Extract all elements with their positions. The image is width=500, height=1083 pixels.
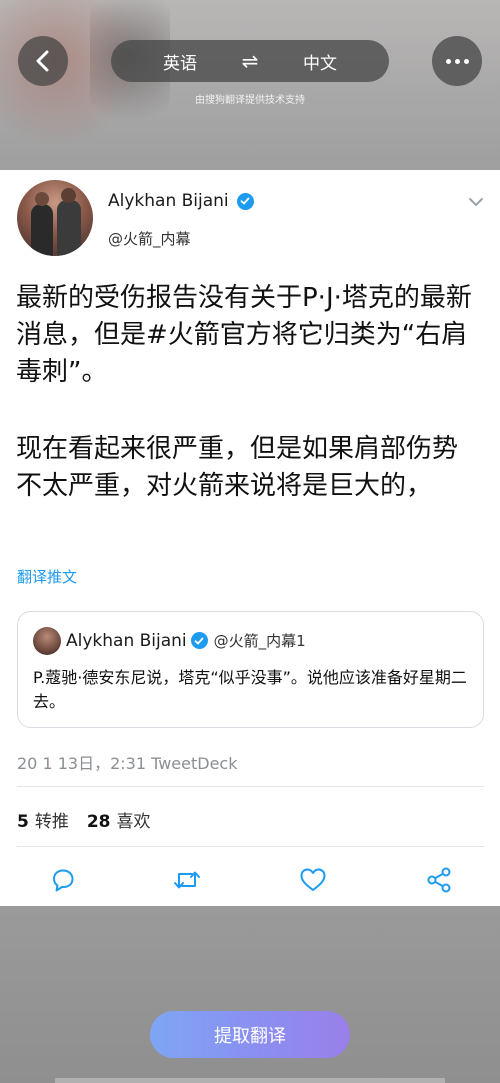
bottom-bar-hint xyxy=(55,1078,445,1083)
top-backdrop xyxy=(0,0,500,170)
likes-stat[interactable]: 28 喜欢 xyxy=(87,807,151,832)
target-language[interactable]: 中文 xyxy=(303,49,337,74)
retweet-icon xyxy=(174,871,200,889)
source-language[interactable]: 英语 xyxy=(163,49,197,74)
reply-icon xyxy=(53,869,74,892)
verified-badge-icon xyxy=(236,192,254,210)
retweet-button[interactable] xyxy=(172,865,202,895)
tweet-timestamp: 20 1 13日，2:31 TweetDeck xyxy=(17,754,238,773)
quote-author-name: Alykhan Bijani xyxy=(66,630,187,651)
tweet-stats: 5 转推 28 喜欢 xyxy=(17,807,151,832)
likes-count: 28 xyxy=(86,812,111,832)
quoted-tweet[interactable]: Alykhan Bijani @火箭_内幕1 P.蔻驰·德安东尼说，塔克“似乎没… xyxy=(17,611,484,728)
swap-languages-icon[interactable]: ⇌ xyxy=(242,49,259,73)
translate-tweet-link[interactable]: 翻译推文 xyxy=(17,566,77,587)
chevron-down-icon[interactable] xyxy=(468,192,484,211)
quote-avatar xyxy=(33,627,61,655)
reply-button[interactable] xyxy=(48,865,78,895)
back-button[interactable] xyxy=(18,36,68,86)
avatar[interactable] xyxy=(17,180,93,256)
quote-header: Alykhan Bijani @火箭_内幕1 xyxy=(66,630,306,651)
chevron-left-icon xyxy=(36,50,49,72)
like-button[interactable] xyxy=(298,865,328,895)
tweet-body: 最新的受伤报告没有关于P·J·塔克的最新消息，但是#火箭官方将它归类为“右肩毒刺… xyxy=(16,280,476,505)
retweets-label: 转推 xyxy=(34,812,69,832)
extract-translation-button[interactable]: 提取翻译 xyxy=(150,1011,350,1058)
retweets-stat[interactable]: 5 转推 xyxy=(17,807,69,832)
language-switcher: 英语 ⇌ 中文 xyxy=(111,40,389,82)
divider xyxy=(17,786,484,787)
more-dots-icon xyxy=(445,58,469,64)
tweet-card: Alykhan Bijani @火箭_内幕 最新的受伤报告没有关于P·J·塔克的… xyxy=(0,170,500,906)
divider xyxy=(17,846,484,847)
tweet-paragraph: 现在看起来很严重，但是如果肩部伤势不太严重，对火箭来说将是巨大的， xyxy=(16,434,459,501)
more-button[interactable] xyxy=(432,36,482,86)
likes-label: 喜欢 xyxy=(116,812,151,832)
retweets-count: 5 xyxy=(17,812,29,832)
verified-badge-icon xyxy=(190,632,208,649)
quote-author-handle: @火箭_内幕1 xyxy=(213,632,306,650)
author-name[interactable]: Alykhan Bijani xyxy=(108,191,229,211)
heart-icon xyxy=(300,868,326,891)
share-icon xyxy=(427,867,451,893)
share-button[interactable] xyxy=(424,865,454,895)
quote-text: P.蔻驰·德安东尼说，塔克“似乎没事”。说他应该准备好星期二去。 xyxy=(33,668,467,711)
tweet-paragraph: 最新的受伤报告没有关于P·J·塔克的最新消息，但是#火箭官方将它归类为“右肩毒刺… xyxy=(16,283,472,387)
tweet-actions xyxy=(0,865,500,895)
powered-by-text: 由搜狗翻译提供技术支持 xyxy=(195,95,305,106)
author-handle[interactable]: @火箭_内幕 xyxy=(108,228,191,249)
author-name-row: Alykhan Bijani xyxy=(108,191,254,211)
